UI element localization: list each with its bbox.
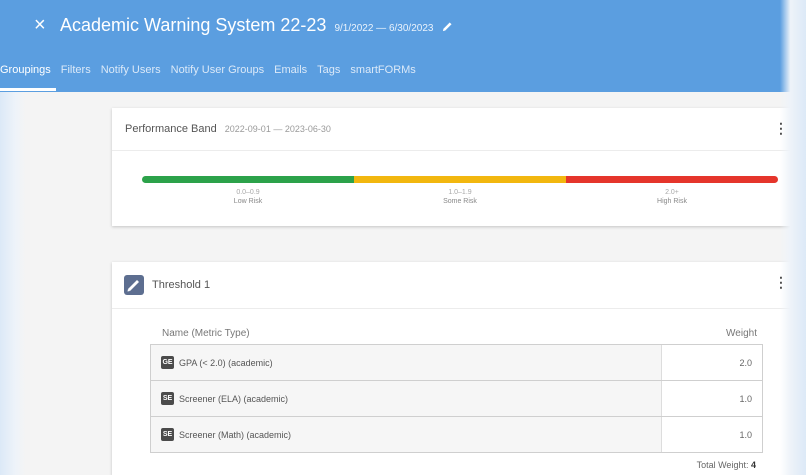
- pencil-icon[interactable]: [442, 13, 453, 39]
- band-range-low: 0.0–0.9: [236, 189, 260, 196]
- band-name-some: Some Risk: [443, 198, 477, 205]
- metric-name-cell: SE Screener (Math) (academic): [151, 417, 662, 452]
- tab-emails[interactable]: Emails: [269, 60, 312, 88]
- band-name-low: Low Risk: [233, 198, 263, 205]
- band-label-some: 1.0–1.9 Some Risk: [354, 188, 566, 206]
- performance-band-title: Performance Band 2022-09-01 — 2023-06-30: [125, 123, 331, 135]
- risk-band-bar: [142, 176, 778, 183]
- metric-name-cell: GE GPA (< 2.0) (academic): [151, 345, 662, 380]
- column-header-name: Name (Metric Type): [162, 328, 250, 339]
- threshold-title: Threshold 1: [152, 279, 211, 291]
- band-segment-high: [566, 176, 778, 183]
- metric-type-icon: SE: [161, 392, 174, 405]
- close-button[interactable]: ×: [34, 13, 46, 37]
- tab-groupings[interactable]: Groupings: [0, 60, 56, 91]
- table-row[interactable]: SE Screener (Math) (academic) 1.0: [151, 416, 762, 452]
- band-segment-low: [142, 176, 354, 183]
- performance-band-title-text: Performance Band: [125, 123, 217, 135]
- metric-name-cell: SE Screener (ELA) (academic): [151, 381, 662, 416]
- band-label-high: 2.0+ High Risk: [566, 188, 778, 206]
- band-name-high: High Risk: [657, 198, 687, 205]
- metric-type-icon: GE: [161, 356, 174, 369]
- metric-name: Screener (ELA) (academic): [179, 393, 289, 404]
- risk-band-labels: 0.0–0.9 Low Risk 1.0–1.9 Some Risk 2.0+ …: [142, 188, 778, 206]
- band-range-high: 2.0+: [665, 189, 679, 196]
- column-header-weight: Weight: [726, 328, 757, 339]
- performance-band-date-range: 2022-09-01 — 2023-06-30: [224, 124, 331, 134]
- metric-weight[interactable]: 1.0: [662, 381, 762, 416]
- metric-name: GPA (< 2.0) (academic): [179, 357, 273, 368]
- tab-smartforms[interactable]: smartFORMs: [345, 60, 420, 88]
- table-row[interactable]: GE GPA (< 2.0) (academic) 2.0: [151, 345, 762, 380]
- page-title-text: Academic Warning System 22-23: [60, 15, 327, 35]
- tab-notify-users[interactable]: Notify Users: [96, 60, 166, 88]
- metric-name: Screener (Math) (academic): [179, 429, 292, 440]
- performance-band-header: Performance Band 2022-09-01 — 2023-06-30…: [112, 108, 806, 151]
- app-header: × Academic Warning System 22-23 9/1/2022…: [0, 0, 806, 92]
- table-row[interactable]: SE Screener (ELA) (academic) 1.0: [151, 380, 762, 416]
- tab-tags[interactable]: Tags: [312, 60, 345, 88]
- band-segment-some: [354, 176, 566, 183]
- band-range-some: 1.0–1.9: [448, 189, 472, 196]
- total-weight-label: Total Weight:: [696, 460, 749, 470]
- total-weight: Total Weight: 4: [697, 460, 756, 470]
- tab-bar: Groupings Filters Notify Users Notify Us…: [0, 60, 421, 91]
- pencil-ruler-icon: [124, 275, 144, 295]
- metric-weight[interactable]: 1.0: [662, 417, 762, 452]
- metrics-table: GE GPA (< 2.0) (academic) 2.0 SE Screene…: [150, 344, 763, 453]
- threshold-header: Threshold 1 ⋮: [112, 262, 806, 309]
- performance-band-card: Performance Band 2022-09-01 — 2023-06-30…: [112, 108, 806, 226]
- tab-notify-user-groups[interactable]: Notify User Groups: [166, 60, 270, 88]
- band-label-low: 0.0–0.9 Low Risk: [142, 188, 354, 206]
- page-title: Academic Warning System 22-23 9/1/2022 —…: [60, 12, 453, 42]
- page-date-range: 9/1/2022 — 6/30/2023: [334, 23, 434, 34]
- total-weight-value: 4: [750, 460, 756, 470]
- metric-weight[interactable]: 2.0: [662, 345, 762, 380]
- metric-type-icon: SE: [161, 428, 174, 441]
- threshold-card: Threshold 1 ⋮ Name (Metric Type) Weight …: [112, 262, 806, 475]
- right-edge-glow: [780, 0, 806, 475]
- tab-filters[interactable]: Filters: [56, 60, 96, 88]
